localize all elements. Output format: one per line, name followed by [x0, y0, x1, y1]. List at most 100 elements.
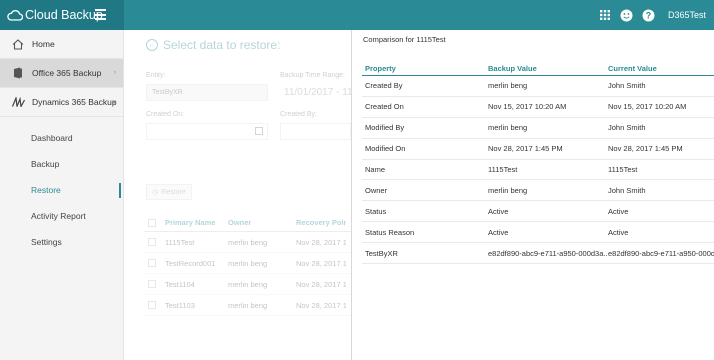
sidebar-item-dashboard[interactable]: Dashboard — [0, 125, 123, 151]
comparison-row: Status Reason Active Active — [362, 222, 714, 244]
cell-current-value: Active — [608, 206, 629, 216]
restore-button[interactable]: ◷ Restore — [146, 184, 192, 200]
restore-icon: ◷ — [152, 189, 159, 196]
cell-property: TestByXR — [365, 248, 398, 258]
table-row[interactable]: Test1104 merlin beng Nov 28, 2017 1: — [144, 274, 351, 295]
comparison-row: Created On Nov 15, 2017 10:20 AM Nov 15,… — [362, 97, 714, 118]
table-header: Primary Name Owner Recovery Point — [144, 214, 351, 232]
office-icon — [11, 66, 25, 80]
restore-button-label: Restore — [161, 188, 186, 196]
step-title: ← Select data to restore: — [146, 38, 280, 52]
cell-property: Name — [365, 165, 386, 174]
created-on-input[interactable] — [146, 123, 268, 140]
cell-property: Status — [365, 206, 387, 216]
sidebar-item-backup[interactable]: Backup — [0, 151, 123, 177]
cell-property: Modified On — [365, 144, 406, 154]
apps-grid-icon[interactable] — [598, 8, 612, 22]
comparison-row: Status Active Active — [362, 201, 714, 223]
menu-icon[interactable] — [95, 9, 106, 20]
comparison-row: Modified On Nov 28, 2017 1:45 PM Nov 28,… — [362, 139, 714, 160]
column-header-current-value: Current Value — [608, 64, 657, 73]
cell-backup-value: merlin beng — [488, 123, 528, 133]
column-header-backup-value: Backup Value — [488, 64, 537, 73]
cell-recovery-point: Nov 28, 2017 1: — [296, 300, 346, 310]
comparison-row: Name 1115Test 1115Test — [362, 160, 714, 181]
cell-property: Created By — [365, 81, 403, 91]
records-table: Primary Name Owner Recovery Point 1115Te… — [144, 214, 351, 316]
cell-property: Modified By — [365, 123, 405, 133]
select-all-checkbox[interactable] — [148, 218, 156, 227]
top-bar: Cloud Backup ? D365Test — [0, 0, 714, 30]
help-icon[interactable]: ? — [642, 8, 656, 22]
comparison-header: Property Backup Value Current Value — [362, 62, 714, 76]
calendar-icon[interactable] — [255, 127, 263, 135]
cell-backup-value: Nov 28, 2017 1:45 PM — [488, 144, 563, 154]
sidebar-item-office365[interactable]: Office 365 Backup › — [0, 59, 123, 88]
sidebar-item-settings[interactable]: Settings — [0, 229, 123, 255]
column-header[interactable]: Recovery Point — [296, 218, 346, 227]
cell-recovery-point: Nov 28, 2017 1: — [296, 279, 346, 289]
row-checkbox[interactable] — [148, 238, 156, 246]
back-arrow-icon[interactable]: ← — [146, 39, 158, 51]
cell-primary-name: Test1103 — [165, 300, 195, 310]
sidebar: Home Office 365 Backup › Dynamics 365 Ba… — [0, 30, 124, 360]
cell-backup-value: Nov 15, 2017 10:20 AM — [488, 102, 567, 112]
cell-owner: merlin beng — [228, 258, 268, 268]
cell-backup-value: merlin beng — [488, 81, 528, 91]
app-logo[interactable]: Cloud Backup — [7, 8, 103, 22]
cell-current-value: 1115Test — [608, 165, 638, 174]
table-row[interactable]: TestRecord001 merlin beng Nov 28, 2017 1… — [144, 253, 351, 274]
table-row[interactable]: Test1103 merlin beng Nov 28, 2017 1: — [144, 295, 351, 316]
restore-content: ← Select data to restore: Entity: TestBy… — [124, 30, 351, 360]
cell-current-value: John Smith — [608, 123, 646, 133]
cell-owner: merlin beng — [228, 300, 268, 310]
comparison-panel: Comparison for 1115Test Property Backup … — [351, 30, 714, 360]
row-checkbox[interactable] — [148, 259, 156, 267]
sidebar-item-dynamics365[interactable]: Dynamics 365 Backup ▾ — [0, 88, 123, 117]
sidebar-item-label: Dynamics 365 Backup — [32, 97, 117, 107]
comparison-row: Owner merlin beng John Smith — [362, 180, 714, 202]
entity-label: Entity: — [146, 72, 166, 79]
cell-owner: merlin beng — [228, 279, 268, 289]
comparison-row: Modified By merlin beng John Smith — [362, 118, 714, 139]
comparison-row: Created By merlin beng John Smith — [362, 76, 714, 97]
backup-time-range[interactable]: 11/01/2017 - 11/3 — [284, 85, 351, 102]
row-checkbox[interactable] — [148, 280, 156, 288]
comparison-row: TestByXR e82df890-abc9-e711-a950-000d3a.… — [362, 243, 714, 265]
cell-property: Created On — [365, 102, 404, 112]
sidebar-item-label: Office 365 Backup — [32, 68, 102, 78]
row-checkbox[interactable] — [148, 301, 156, 309]
chevron-down-icon: ▾ — [112, 99, 116, 106]
created-by-label: Created By: — [280, 111, 317, 118]
cell-property: Owner — [365, 185, 388, 195]
cell-recovery-point: Nov 28, 2017 1: — [296, 258, 346, 268]
column-header[interactable]: Primary Name — [165, 218, 228, 227]
backup-time-label: Backup Time Range: — [280, 72, 345, 79]
sidebar-item-home[interactable]: Home — [0, 30, 123, 59]
column-header[interactable]: Owner — [228, 218, 296, 227]
cell-current-value: Nov 28, 2017 1:45 PM — [608, 144, 683, 154]
restore-main: ← Select data to restore: Entity: TestBy… — [124, 30, 351, 360]
top-bar-actions: ? D365Test — [598, 0, 714, 30]
cell-backup-value: Active — [488, 227, 509, 237]
entity-select[interactable]: TestByXR — [146, 84, 268, 101]
comparison-table: Property Backup Value Current Value Crea… — [362, 62, 714, 265]
step-title-text: Select data to restore: — [163, 38, 281, 52]
cell-current-value: e82df890-abc9-e711-a950-000d3 — [608, 248, 714, 258]
table-row[interactable]: 1115Test merlin beng Nov 28, 2017 1: — [144, 232, 351, 253]
dynamics-icon — [11, 95, 25, 109]
cell-property: Status Reason — [365, 227, 415, 237]
column-header-property: Property — [365, 64, 396, 73]
cell-current-value: John Smith — [608, 185, 646, 195]
home-icon — [11, 37, 25, 51]
cell-owner: merlin beng — [228, 237, 268, 247]
created-by-input[interactable] — [280, 123, 351, 140]
panel-title: Comparison for 1115Test — [363, 35, 446, 44]
smiley-icon[interactable] — [620, 8, 634, 22]
cell-backup-value: merlin beng — [488, 185, 528, 195]
sidebar-item-restore[interactable]: Restore — [0, 177, 123, 203]
created-on-label: Created On: — [146, 111, 185, 118]
cell-current-value: John Smith — [608, 81, 646, 91]
user-name[interactable]: D365Test — [668, 10, 706, 20]
sidebar-item-activity-report[interactable]: Activity Report — [0, 203, 123, 229]
